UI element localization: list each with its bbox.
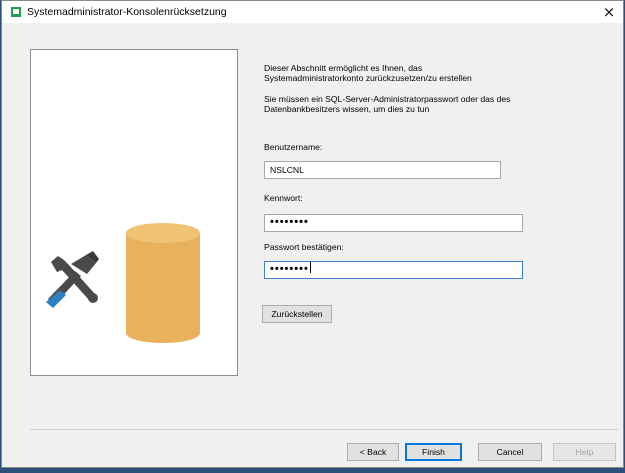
description-requirement: Sie müssen ein SQL-Server-Administratorp… (264, 94, 564, 114)
illustration-panel (30, 49, 238, 376)
back-button[interactable]: < Back (347, 443, 399, 461)
cancel-button[interactable]: Cancel (478, 443, 542, 461)
description-line-3: Sie müssen ein SQL-Server-Administratorp… (264, 94, 511, 104)
app-icon (11, 7, 21, 17)
finish-button[interactable]: Finish (405, 443, 462, 461)
desktop-background-strip (0, 468, 625, 473)
close-button[interactable]: × (599, 2, 619, 22)
username-field[interactable]: NSLCNL (264, 161, 501, 179)
database-icon (126, 223, 200, 343)
password-label: Kennwort: (264, 193, 303, 203)
help-button[interactable]: Help (553, 443, 616, 461)
window-title: Systemadministrator-Konsolenrücksetzung (27, 6, 227, 18)
title-bar: Systemadministrator-Konsolenrücksetzung … (2, 1, 623, 23)
reset-button[interactable]: Zurückstellen (262, 305, 332, 323)
footer-separator (30, 429, 618, 430)
description-line-1: Dieser Abschnitt ermöglicht es Ihnen, da… (264, 63, 423, 73)
text-caret (309, 262, 311, 273)
confirm-password-label: Passwort bestätigen: (264, 242, 344, 252)
description-line-4: Datenbankbesitzers wissen, um dies zu tu… (264, 104, 430, 114)
confirm-password-field[interactable]: •••••••• (264, 261, 523, 279)
description-line-2: Systemadministratorkonto zurückzusetzen/… (264, 73, 472, 83)
confirm-password-value: •••••••• (270, 263, 309, 275)
username-label: Benutzername: (264, 142, 323, 152)
password-field[interactable]: •••••••• (264, 214, 523, 232)
dialog-window: Systemadministrator-Konsolenrücksetzung … (1, 0, 624, 468)
tools-icon (46, 251, 99, 308)
description-intro: Dieser Abschnitt ermöglicht es Ihnen, da… (264, 63, 564, 83)
